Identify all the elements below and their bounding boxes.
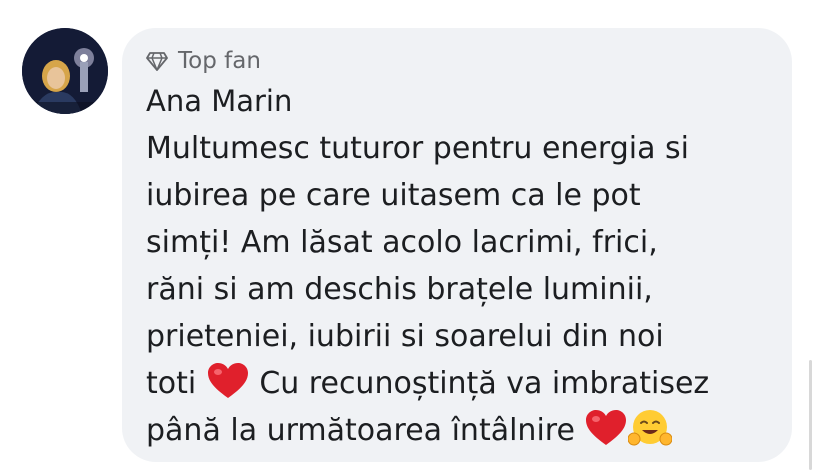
comment-line: răni si am deschis brațele luminii, xyxy=(146,272,653,307)
badge-label: Top fan xyxy=(178,48,261,74)
avatar-photo xyxy=(22,28,108,114)
diamond-icon xyxy=(146,50,168,72)
comment-line: prieteniei, iubirii si soarelui din noi xyxy=(146,319,664,354)
comment-line-text: toti xyxy=(146,366,197,401)
avatar[interactable] xyxy=(22,28,108,114)
red-heart-emoji xyxy=(584,408,628,448)
comment-line-with-emoji: toti Cu recunoștință va imbratisez xyxy=(146,360,776,407)
comment-line-text: până la următoarea întâlnire xyxy=(146,413,575,448)
comment-bubble[interactable]: Top fan Ana Marin Multumesc tuturor pent… xyxy=(122,28,792,462)
comment-line: simți! Am lăsat acolo lacrimi, frici, xyxy=(146,225,658,260)
scrollbar[interactable] xyxy=(809,360,812,470)
comment-line: Multumesc tuturor pentru energia si xyxy=(146,131,689,166)
red-heart-emoji xyxy=(206,361,250,401)
top-fan-badge: Top fan xyxy=(146,46,261,76)
comment-author[interactable]: Ana Marin xyxy=(146,81,292,121)
hugging-face-emoji xyxy=(627,408,673,448)
comment-line-text: Cu recunoștință va imbratisez xyxy=(259,366,710,401)
comment-line: iubirea pe care uitasem ca le pot xyxy=(146,178,641,213)
comment-line-with-emoji: până la următoarea întâlnire xyxy=(146,407,776,454)
comment-text: Multumesc tuturor pentru energia si iubi… xyxy=(146,125,776,454)
